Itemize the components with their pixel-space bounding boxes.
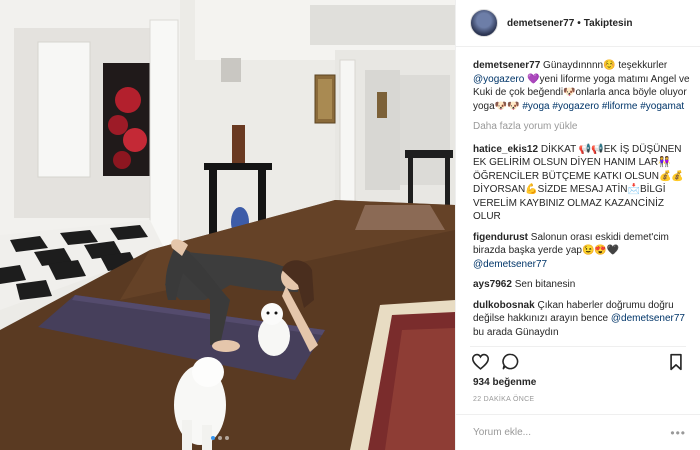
comment-username[interactable]: figendurust: [473, 232, 528, 243]
carousel-dot[interactable]: [218, 436, 222, 440]
hashtag-yogamat[interactable]: #yogamat: [640, 101, 684, 112]
carousel-dot[interactable]: [225, 436, 229, 440]
post-username[interactable]: demetsener77: [507, 18, 574, 29]
action-bar: [470, 346, 686, 372]
comment-icon[interactable]: [500, 352, 520, 372]
separator: •: [577, 17, 581, 29]
hashtag-yoga[interactable]: #yoga: [522, 101, 549, 112]
hashtag-yogazero[interactable]: #yogazero: [552, 101, 599, 112]
caption-text: Günaydınnnn☺️ teşekkurler: [540, 60, 668, 71]
comment-text: Sen bitanesin: [511, 279, 576, 290]
comment-item: figendurust Salonun orası eskidi demet'c…: [473, 231, 692, 272]
load-more-comments[interactable]: Daha fazla yorum yükle: [473, 120, 692, 134]
comment-mention[interactable]: @demetsener77: [611, 313, 685, 324]
post-photo[interactable]: [0, 0, 455, 450]
post-header: demetsener77 • Takiptesin: [456, 0, 700, 47]
caption-username[interactable]: demetsener77: [473, 60, 540, 71]
comments-list: demetsener77 Günaydınnnn☺️ teşekkurler @…: [473, 59, 692, 342]
comment-input[interactable]: [473, 427, 671, 438]
carousel-indicator: [211, 436, 229, 440]
hashtag-liforme[interactable]: #liforme: [602, 101, 638, 112]
add-comment-bar: •••: [456, 414, 700, 450]
comment-username[interactable]: ays7962: [473, 279, 512, 290]
carousel-dot-active[interactable]: [211, 436, 215, 440]
post-panel: demetsener77 • Takiptesin demetsener77 G…: [455, 0, 700, 450]
mention-yogazero[interactable]: @yogazero: [473, 74, 524, 85]
post-image: [0, 0, 455, 450]
comment-item: dulkobosnak Çıkan haberler doğrumu doğru…: [473, 299, 692, 340]
comment-text: DİKKAT 📢📢EK İŞ DÜŞÜNEN EK GELİRİM OLSUN …: [473, 143, 684, 223]
comment-mention[interactable]: @demetsener77: [473, 259, 547, 270]
comment-username[interactable]: dulkobosnak: [473, 300, 535, 311]
avatar[interactable]: [470, 9, 498, 37]
likes-count[interactable]: 934 beğenme: [473, 377, 536, 388]
follow-status[interactable]: Takiptesin: [584, 18, 633, 29]
more-options-icon[interactable]: •••: [670, 426, 686, 440]
comment-username[interactable]: hatice_ekis12: [473, 144, 538, 155]
bookmark-icon[interactable]: [666, 352, 686, 372]
comment-item: hatice_ekis12 DİKKAT 📢📢EK İŞ DÜŞÜNEN EK …: [473, 143, 692, 224]
caption: demetsener77 Günaydınnnn☺️ teşekkurler @…: [473, 59, 692, 113]
comment-text-trailing: bu arada Günaydın: [473, 326, 559, 338]
heart-icon[interactable]: [470, 352, 490, 372]
post-timestamp: 22 DAKİKA ÖNCE: [473, 396, 535, 403]
comment-item: ays7962 Sen bitanesin: [473, 278, 692, 292]
